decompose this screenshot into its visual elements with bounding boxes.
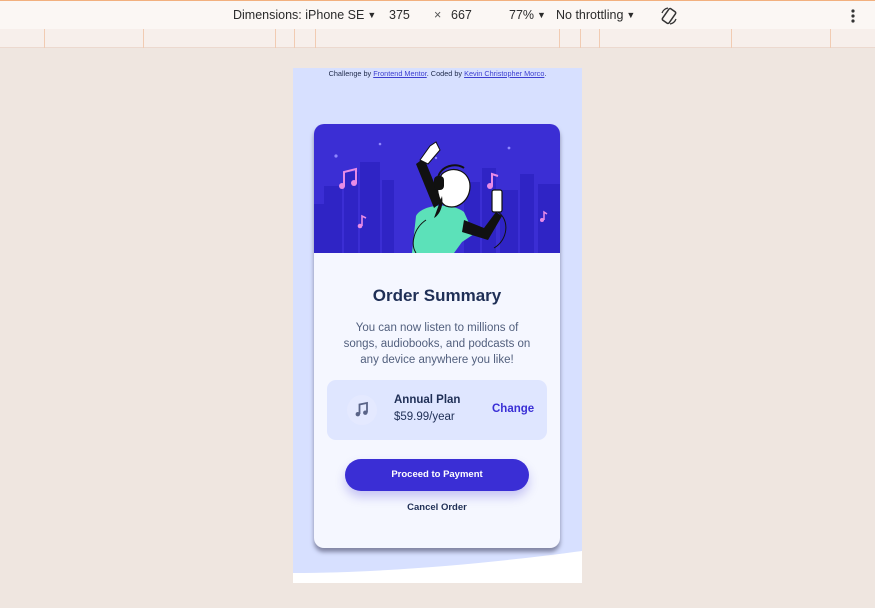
zoom-dropdown[interactable]: 77% ▼ <box>509 8 546 22</box>
more-vertical-icon[interactable] <box>850 7 856 25</box>
media-query-ruler <box>0 29 875 48</box>
ruler-tick[interactable] <box>559 29 560 48</box>
caret-down-icon: ▼ <box>367 10 377 20</box>
card-description: You can now listen to millions of songs,… <box>343 322 531 366</box>
device-viewport: Challenge by Frontend Mentor. Coded by K… <box>293 68 582 583</box>
ruler-tick[interactable] <box>731 29 732 48</box>
cancel-order-button[interactable]: Cancel Order <box>314 502 560 513</box>
ruler-tick[interactable] <box>315 29 316 48</box>
frontend-mentor-link[interactable]: Frontend Mentor <box>373 69 427 78</box>
device-dimensions-label: Dimensions: iPhone SE <box>233 8 365 22</box>
rotate-icon[interactable] <box>659 6 679 26</box>
attribution: Challenge by Frontend Mentor. Coded by K… <box>293 69 582 78</box>
ruler-tick[interactable] <box>294 29 295 48</box>
zoom-label: 77% <box>509 8 535 22</box>
music-illustration <box>314 124 560 253</box>
device-dimensions-dropdown[interactable]: Dimensions: iPhone SE ▼ <box>233 8 376 22</box>
ruler-tick[interactable] <box>830 29 831 48</box>
devtools-device-toolbar: Dimensions: iPhone SE ▼ 375 × 667 77% ▼ No… <box>0 0 875 29</box>
throttling-label: No throttling <box>556 8 624 22</box>
plan-name: Annual Plan <box>394 394 461 406</box>
ruler-tick[interactable] <box>599 29 600 48</box>
ruler-tick[interactable] <box>143 29 144 48</box>
ruler-tick[interactable] <box>44 29 45 48</box>
music-note-icon <box>347 395 377 425</box>
plan-box: Annual Plan $59.99/year Change <box>327 380 547 440</box>
card-title: Order Summary <box>372 286 502 305</box>
attribution-prefix: Challenge by <box>328 69 374 78</box>
attribution-suffix: . <box>544 69 547 78</box>
order-summary-card: Order Summary You can now listen to mill… <box>314 124 560 548</box>
throttling-dropdown[interactable]: No throttling ▼ <box>556 8 635 22</box>
plan-price: $59.99/year <box>394 411 455 423</box>
ruler-tick[interactable] <box>580 29 581 48</box>
change-plan-link[interactable]: Change <box>492 403 534 415</box>
caret-down-icon: ▼ <box>537 10 546 20</box>
caret-down-icon: ▼ <box>626 10 636 20</box>
ruler-tick[interactable] <box>275 29 276 48</box>
proceed-to-payment-button[interactable]: Proceed to Payment <box>345 459 529 491</box>
viewport-height-input[interactable]: 667 <box>451 8 472 22</box>
attribution-middle: . Coded by <box>426 69 465 78</box>
viewport-width-input[interactable]: 375 <box>389 8 410 22</box>
author-link[interactable]: Kevin Christopher Morco <box>464 69 544 78</box>
dimension-separator: × <box>434 8 442 22</box>
